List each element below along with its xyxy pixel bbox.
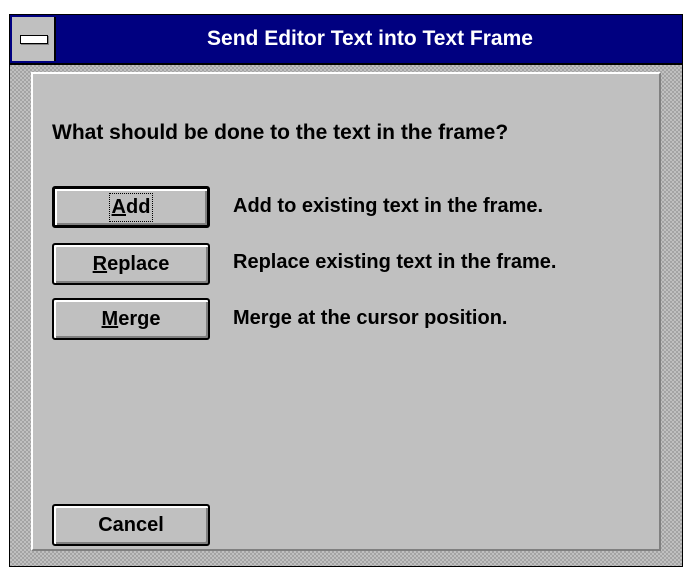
question-text: What should be done to the text in the f… <box>52 121 509 144</box>
merge-button-label: Merge <box>101 307 161 330</box>
replace-description: Replace existing text in the frame. <box>233 251 557 273</box>
dialog-window: Send Editor Text into Text Frame What sh… <box>9 14 683 567</box>
merge-description: Merge at the cursor position. <box>233 307 508 329</box>
cancel-button-label: Cancel <box>98 513 164 536</box>
merge-button[interactable]: Merge <box>52 298 210 340</box>
title-bar[interactable]: Send Editor Text into Text Frame <box>10 15 682 65</box>
add-button[interactable]: Add <box>52 186 210 228</box>
add-button-label: Add <box>108 192 154 222</box>
replace-button-label: Replace <box>92 252 170 275</box>
cancel-button[interactable]: Cancel <box>52 504 210 546</box>
window-title: Send Editor Text into Text Frame <box>207 27 533 50</box>
replace-button[interactable]: Replace <box>52 243 210 285</box>
system-menu-button[interactable] <box>12 17 56 61</box>
system-menu-icon <box>20 35 48 44</box>
add-description: Add to existing text in the frame. <box>233 195 544 217</box>
dialog-body: What should be done to the text in the f… <box>31 72 661 551</box>
